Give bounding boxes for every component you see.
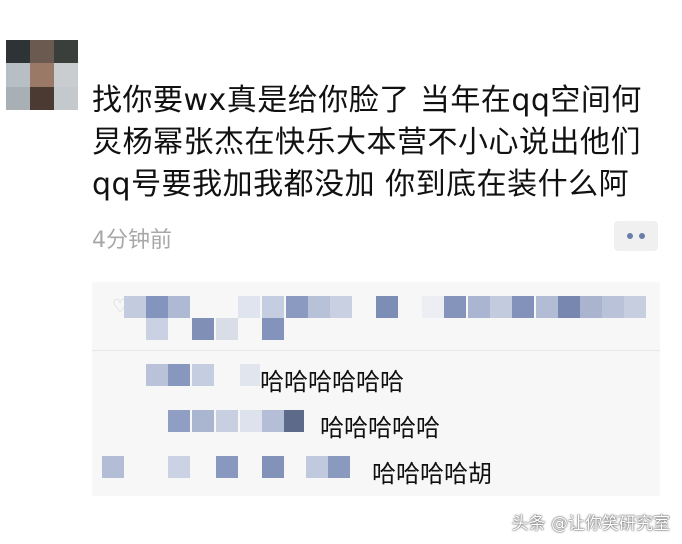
blurred-commenter-name <box>262 456 284 478</box>
comment-text: 哈哈哈哈胡 <box>372 460 492 488</box>
avatar[interactable] <box>6 40 78 110</box>
ellipsis-icon <box>627 233 633 239</box>
blurred-commenter-name <box>168 364 190 386</box>
blurred-commenter-name <box>192 364 214 386</box>
blurred-liker[interactable] <box>146 318 168 340</box>
blurred-liker[interactable] <box>444 296 466 318</box>
post-text: 找你要wx真是给你脸了 当年在qq空间何 炅杨幂张杰在快乐大本营不小心说出他们 … <box>92 80 672 206</box>
post-text-line: 找你要wx真是给你脸了 当年在qq空间何 <box>92 83 642 118</box>
blurred-liker[interactable] <box>308 296 330 318</box>
blurred-liker[interactable] <box>624 296 646 318</box>
blurred-commenter-name <box>262 410 284 432</box>
more-button[interactable] <box>614 221 658 251</box>
blurred-liker[interactable] <box>286 296 308 318</box>
post-text-line: 炅杨幂张杰在快乐大本营不小心说出他们 <box>92 125 641 160</box>
blurred-commenter-name <box>284 410 304 432</box>
blurred-commenter-name <box>168 410 190 432</box>
blurred-commenter-name <box>216 456 238 478</box>
blurred-commenter-name <box>306 456 328 478</box>
blurred-liker[interactable] <box>192 318 214 340</box>
blurred-liker[interactable] <box>580 296 602 318</box>
blurred-liker[interactable] <box>376 296 398 318</box>
comments-panel: ♡ 哈哈哈哈哈哈 哈哈哈哈哈 哈哈哈哈胡 <box>92 282 660 496</box>
blurred-liker[interactable] <box>216 318 238 340</box>
blurred-liker[interactable] <box>512 296 534 318</box>
blurred-liker[interactable] <box>124 296 146 318</box>
blurred-liker[interactable] <box>238 296 260 318</box>
blurred-liker[interactable] <box>146 296 168 318</box>
blurred-commenter-name <box>328 456 350 478</box>
blurred-liker[interactable] <box>536 296 558 318</box>
liker-list: ♡ <box>92 282 660 348</box>
blurred-commenter-name <box>146 364 168 386</box>
comment-text: 哈哈哈哈哈 <box>320 414 440 442</box>
comment-item[interactable]: 哈哈哈哈胡 <box>92 454 660 494</box>
divider <box>92 350 660 351</box>
blurred-liker[interactable] <box>168 296 190 318</box>
ellipsis-icon <box>639 233 645 239</box>
blurred-liker[interactable] <box>602 296 624 318</box>
blurred-commenter-name <box>240 410 262 432</box>
blurred-commenter-name <box>240 364 260 386</box>
comment-item[interactable]: 哈哈哈哈哈哈 <box>92 362 660 402</box>
comment-text: 哈哈哈哈哈哈 <box>260 368 404 396</box>
blurred-liker[interactable] <box>262 318 284 340</box>
blurred-liker[interactable] <box>558 296 580 318</box>
blurred-liker[interactable] <box>468 296 490 318</box>
blurred-commenter-name <box>102 456 124 478</box>
post-text-line: qq号要我加我都没加 你到底在装什么阿 <box>92 167 630 202</box>
blurred-commenter-name <box>192 410 214 432</box>
blurred-commenter-name <box>168 456 190 478</box>
blurred-liker[interactable] <box>330 296 352 318</box>
post-timestamp: 4分钟前 <box>92 228 172 253</box>
blurred-liker[interactable] <box>422 296 444 318</box>
blurred-liker[interactable] <box>262 296 284 318</box>
blurred-liker[interactable] <box>490 296 512 318</box>
watermark: 头条 @让你笑研究室 <box>511 514 670 534</box>
blurred-commenter-name <box>216 410 238 432</box>
comment-item[interactable]: 哈哈哈哈哈 <box>92 408 660 448</box>
